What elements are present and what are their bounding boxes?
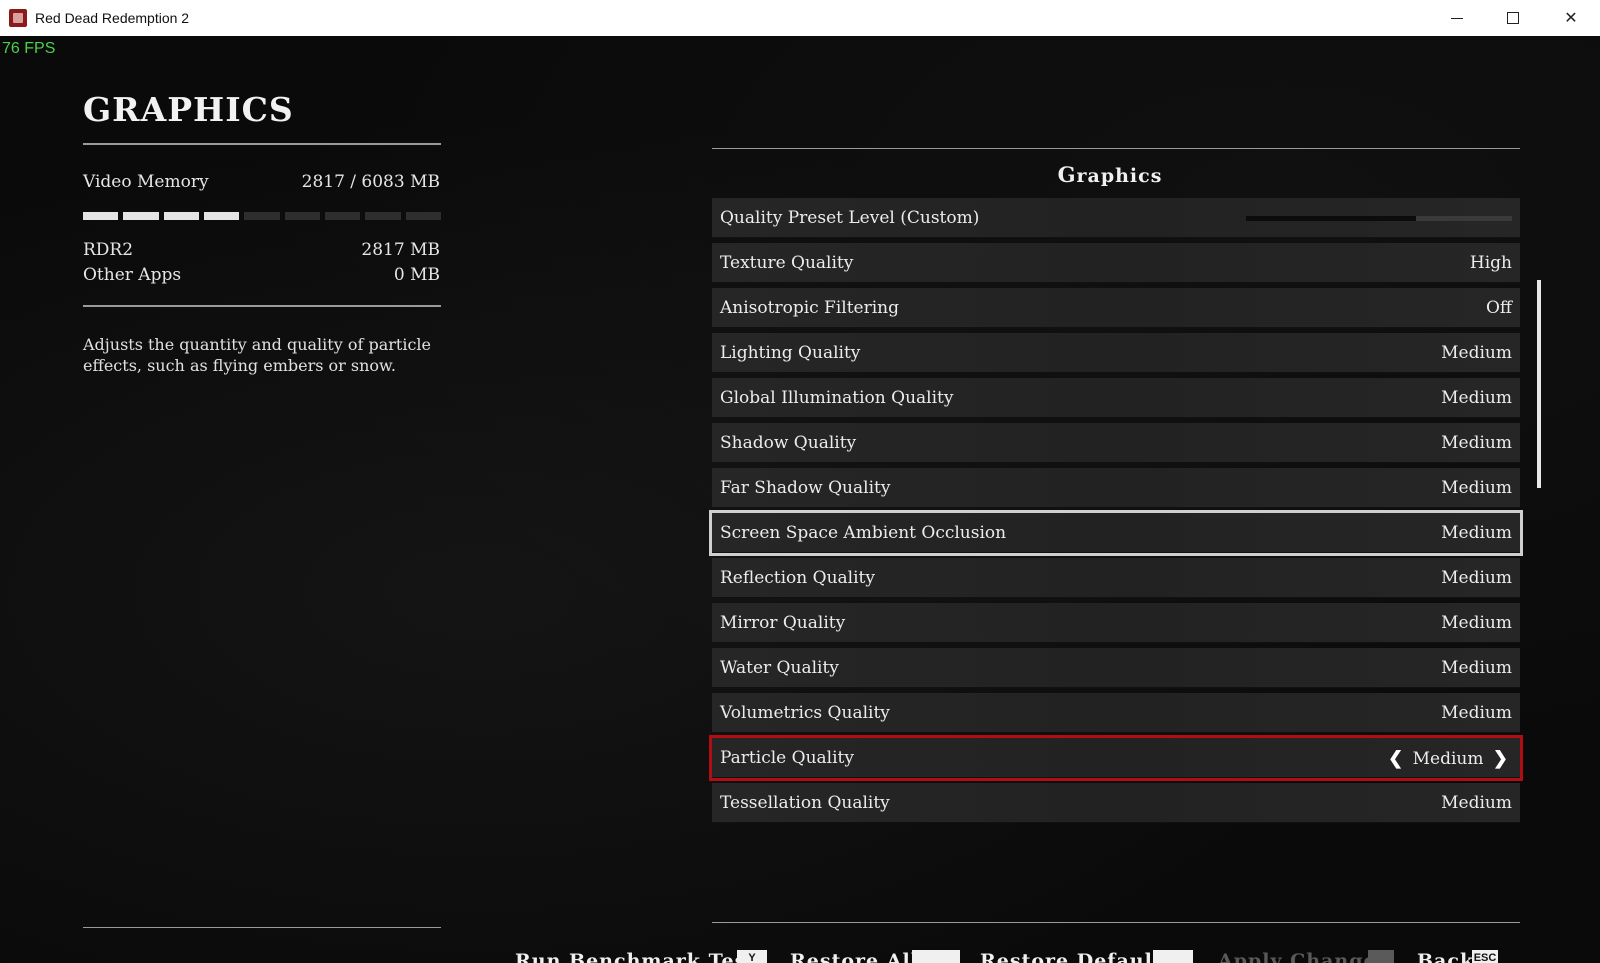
setting-row-global-illumination[interactable]: Global Illumination Quality Medium	[712, 378, 1520, 418]
setting-row-tessellation-quality[interactable]: Tessellation Quality Medium	[712, 783, 1520, 823]
setting-label: Volumetrics Quality	[720, 703, 890, 723]
page-title: GRAPHICS	[83, 90, 294, 129]
setting-label: Global Illumination Quality	[720, 388, 954, 408]
setting-value: Medium	[1441, 703, 1512, 723]
divider	[83, 143, 441, 145]
back-key: ESC	[1472, 950, 1498, 963]
close-button[interactable]: ✕	[1542, 0, 1600, 36]
setting-row-water-quality[interactable]: Water Quality Medium	[712, 648, 1520, 688]
setting-label: Shadow Quality	[720, 433, 857, 453]
setting-row-ssao[interactable]: Screen Space Ambient Occlusion Medium	[709, 510, 1523, 556]
back-button[interactable]: Back	[1417, 950, 1474, 963]
arrow-left-icon[interactable]: ❮	[1388, 748, 1403, 769]
settings-list: Quality Preset Level (Custom) Texture Qu…	[709, 198, 1523, 828]
rdr2-memory-value: 2817 MB	[361, 240, 440, 260]
divider	[83, 305, 441, 307]
rdr2-memory-label: RDR2	[83, 240, 134, 260]
video-memory-label: Video Memory	[83, 172, 209, 192]
setting-label: Anisotropic Filtering	[720, 298, 900, 318]
setting-value: Medium	[1441, 793, 1512, 813]
restore-default-button[interactable]: Restore Default	[980, 950, 1163, 963]
memory-bar-segment	[284, 212, 320, 220]
setting-label: Mirror Quality	[720, 613, 846, 633]
setting-value: Medium	[1441, 568, 1512, 588]
panel-top-border	[712, 148, 1520, 149]
memory-bar-segment	[203, 212, 240, 220]
memory-bar-segment	[244, 212, 280, 220]
memory-bar-segment	[405, 212, 441, 220]
memory-bar-segment	[83, 212, 119, 220]
maximize-icon	[1507, 12, 1519, 24]
setting-row-lighting-quality[interactable]: Lighting Quality Medium	[712, 333, 1520, 373]
setting-label: Screen Space Ambient Occlusion	[720, 523, 1007, 543]
setting-row-particle-quality[interactable]: Particle Quality ❮ Medium ❯	[709, 735, 1523, 781]
setting-value: Medium	[1441, 343, 1512, 363]
apply-changes-key	[1368, 950, 1394, 963]
apply-changes-button[interactable]: Apply Changes	[1218, 950, 1388, 963]
other-apps-memory-label: Other Apps	[83, 265, 182, 285]
restore-all-button[interactable]: Restore All	[790, 950, 919, 963]
setting-value: Medium	[1441, 523, 1512, 543]
video-memory-bar	[83, 212, 441, 220]
setting-value: Medium	[1441, 613, 1512, 633]
setting-row-shadow-quality[interactable]: Shadow Quality Medium	[712, 423, 1520, 463]
setting-value: Off	[1485, 298, 1512, 318]
video-memory-value: 2817 / 6083 MB	[301, 172, 440, 192]
maximize-button[interactable]	[1484, 0, 1542, 36]
setting-row-anisotropic-filtering[interactable]: Anisotropic Filtering Off	[712, 288, 1520, 328]
run-benchmark-key: Y	[737, 950, 767, 963]
setting-label: Particle Quality	[720, 748, 854, 768]
setting-label: Texture Quality	[720, 253, 854, 273]
close-icon: ✕	[1564, 10, 1578, 27]
app-icon	[9, 9, 27, 27]
footer-actions: Run Benchmark Tests Y Restore All Restor…	[515, 950, 1575, 963]
divider	[83, 927, 441, 928]
window-title: Red Dead Redemption 2	[35, 10, 190, 26]
panel-bottom-border	[712, 922, 1520, 923]
setting-label: Far Shadow Quality	[720, 478, 891, 498]
setting-value: Medium	[1441, 433, 1512, 453]
setting-value: High	[1469, 253, 1512, 273]
setting-value: Medium	[1412, 749, 1484, 769]
setting-row-far-shadow-quality[interactable]: Far Shadow Quality Medium	[712, 468, 1520, 508]
run-benchmark-button[interactable]: Run Benchmark Tests	[515, 950, 768, 963]
quality-preset-fill	[1246, 216, 1417, 221]
arrow-right-icon[interactable]: ❯	[1493, 748, 1508, 769]
setting-description: Adjusts the quantity and quality of part…	[83, 335, 431, 375]
setting-label: Lighting Quality	[720, 343, 861, 363]
setting-value: Medium	[1441, 478, 1512, 498]
settings-scrollbar[interactable]	[1537, 280, 1541, 488]
other-apps-memory-value: 0 MB	[393, 265, 440, 285]
restore-all-key	[912, 950, 960, 963]
memory-bar-segment	[163, 212, 199, 220]
restore-default-key	[1153, 950, 1193, 963]
setting-row-volumetrics-quality[interactable]: Volumetrics Quality Medium	[712, 693, 1520, 733]
setting-row-reflection-quality[interactable]: Reflection Quality Medium	[712, 558, 1520, 598]
setting-label: Tessellation Quality	[720, 793, 890, 813]
minimize-button[interactable]	[1428, 0, 1486, 36]
setting-label: Water Quality	[720, 658, 839, 678]
quality-preset-slider[interactable]	[1246, 216, 1512, 221]
setting-value: Medium	[1441, 658, 1512, 678]
setting-row-texture-quality[interactable]: Texture Quality High	[712, 243, 1520, 283]
fps-counter: 76 FPS	[2, 40, 56, 57]
minimize-icon	[1451, 17, 1463, 19]
section-title: Graphics	[1057, 162, 1163, 187]
setting-value: Medium	[1441, 388, 1512, 408]
setting-label: Quality Preset Level (Custom)	[720, 208, 980, 228]
memory-bar-segment	[324, 212, 361, 220]
memory-bar-segment	[365, 212, 401, 220]
setting-row-mirror-quality[interactable]: Mirror Quality Medium	[712, 603, 1520, 643]
setting-row-quality-preset[interactable]: Quality Preset Level (Custom)	[712, 198, 1520, 238]
window-title-bar: Red Dead Redemption 2 ✕	[0, 0, 1600, 37]
memory-bar-segment	[123, 212, 159, 220]
setting-value-selector: ❮ Medium ❯	[1384, 748, 1512, 769]
setting-label: Reflection Quality	[720, 568, 875, 588]
